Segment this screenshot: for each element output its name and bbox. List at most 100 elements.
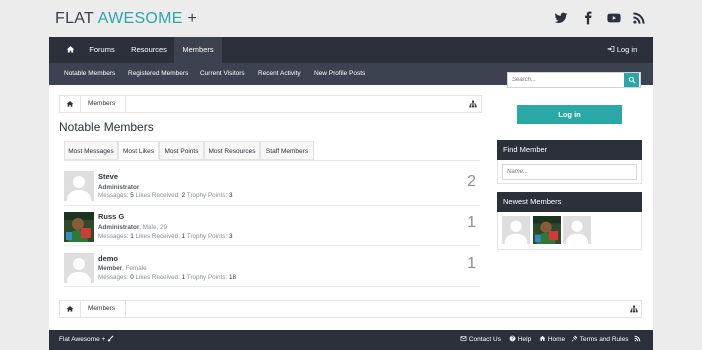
member-rank: 1 xyxy=(467,255,476,272)
breadcrumb-members[interactable]: Members xyxy=(88,305,115,312)
twitter-icon[interactable] xyxy=(554,11,568,25)
member-role: Administrator xyxy=(98,224,140,231)
footer-home[interactable]: Home xyxy=(539,330,565,350)
nav-home[interactable] xyxy=(59,37,81,63)
newest-members-title: Newest Members xyxy=(497,192,642,212)
subnav-recent-activity[interactable]: Recent Activity xyxy=(258,63,301,85)
rss-icon[interactable] xyxy=(632,11,646,25)
footer-brand-label: Flat Awesome + xyxy=(59,336,106,343)
likes-label: Likes Received: xyxy=(135,233,180,240)
breadcrumb-top: Members xyxy=(59,95,482,113)
subnav-new-profile-posts[interactable]: New Profile Posts xyxy=(314,63,365,85)
login-icon xyxy=(607,46,615,52)
nav-members[interactable]: Members xyxy=(174,37,222,63)
member-name[interactable]: Steve xyxy=(98,172,118,181)
search-button[interactable] xyxy=(624,73,639,87)
tab-most-messages[interactable]: Most Messages xyxy=(64,141,118,160)
footer-brand[interactable]: Flat Awesome + xyxy=(59,330,114,350)
member-row: Russ G Administrator, Male, 29 Messages:… xyxy=(64,206,480,246)
sitemap-icon[interactable] xyxy=(469,100,477,108)
member-stats: Messages: 0 Likes Received: 1 Trophy Poi… xyxy=(98,274,236,281)
messages-label: Messages: xyxy=(98,274,129,281)
youtube-icon[interactable] xyxy=(606,11,622,25)
breadcrumb-members[interactable]: Members xyxy=(88,100,115,107)
member-row: demo Member, Female Messages: 0 Likes Re… xyxy=(64,247,480,287)
gavel-icon xyxy=(571,335,578,342)
crumb-separator xyxy=(80,301,81,317)
messages-label: Messages: xyxy=(98,192,129,199)
member-title: Administrator xyxy=(98,184,139,191)
messages-label: Messages: xyxy=(98,233,129,240)
tab-most-resources[interactable]: Most Resources xyxy=(204,141,260,160)
member-rank: 2 xyxy=(467,173,476,190)
likes-label: Likes Received: xyxy=(135,192,180,199)
logo-suffix: + xyxy=(182,10,198,27)
home-icon[interactable] xyxy=(66,305,74,313)
subnav-notable-members[interactable]: Notable Members xyxy=(64,63,115,85)
home-icon xyxy=(66,46,74,53)
footer-terms[interactable]: Terms and Rules xyxy=(571,330,628,350)
likes-count: 1 xyxy=(181,274,186,281)
footer-rss[interactable] xyxy=(634,330,641,350)
tab-staff-members[interactable]: Staff Members xyxy=(260,141,314,160)
nav-forums[interactable]: Forums xyxy=(83,37,121,63)
likes-count: 2 xyxy=(181,192,186,199)
newest-member-avatar[interactable] xyxy=(533,216,561,244)
member-stats: Messages: 5 Likes Received: 2 Trophy Poi… xyxy=(98,192,232,199)
member-role: Administrator xyxy=(98,184,140,191)
site-logo[interactable]: FLAT AWESOME + xyxy=(55,10,197,28)
member-title: Administrator, Male, 29 xyxy=(98,224,167,231)
member-name[interactable]: Russ G xyxy=(98,212,124,221)
points-label: Trophy Points: xyxy=(186,192,228,199)
points-count: 3 xyxy=(228,192,233,199)
tab-most-points[interactable]: Most Points xyxy=(159,141,204,160)
footer-contact-us[interactable]: Contact Us xyxy=(460,330,501,350)
search-box xyxy=(507,72,641,88)
footer-home-label: Home xyxy=(547,336,566,343)
envelope-icon xyxy=(460,336,467,341)
member-name[interactable]: demo xyxy=(98,254,118,263)
tabs-divider xyxy=(64,160,480,161)
nav-login[interactable]: Log in xyxy=(601,37,643,63)
footer-contact-label: Contact Us xyxy=(468,336,501,343)
subnav-registered-members[interactable]: Registered Members xyxy=(128,63,188,85)
member-rank: 1 xyxy=(467,214,476,231)
likes-count: 1 xyxy=(181,233,186,240)
member-stats: Messages: 1 Likes Received: 1 Trophy Poi… xyxy=(98,233,232,240)
messages-count: 1 xyxy=(130,233,134,240)
tab-most-likes[interactable]: Most Likes xyxy=(118,141,159,160)
find-member-input[interactable] xyxy=(502,164,637,180)
search-input[interactable] xyxy=(508,73,626,87)
crumb-separator xyxy=(125,301,126,317)
logo-accent: AWESOME xyxy=(97,10,183,27)
home-icon[interactable] xyxy=(66,100,74,108)
avatar[interactable] xyxy=(64,212,94,242)
member-extra: , Female xyxy=(122,265,147,272)
logo-text: FLAT xyxy=(55,10,98,27)
page-title: Notable Members xyxy=(59,120,154,134)
sitemap-icon[interactable] xyxy=(630,305,638,313)
footer-terms-label: Terms and Rules xyxy=(579,336,629,343)
breadcrumb-bottom: Members xyxy=(59,300,642,318)
facebook-icon[interactable] xyxy=(581,11,595,25)
points-label: Trophy Points: xyxy=(186,233,228,240)
nav-resources[interactable]: Resources xyxy=(125,37,173,63)
newest-member-avatar[interactable] xyxy=(502,216,530,244)
sidebar-login-button[interactable]: Log in xyxy=(517,105,622,124)
find-member-title: Find Member xyxy=(497,140,642,160)
messages-count: 5 xyxy=(130,192,134,199)
newest-member-avatar[interactable] xyxy=(563,216,591,244)
crumb-separator xyxy=(125,96,126,112)
rss-icon xyxy=(634,335,641,342)
avatar[interactable] xyxy=(64,253,94,283)
footer-help-label: Help xyxy=(517,336,532,343)
avatar[interactable] xyxy=(64,171,94,201)
member-row: Steve Administrator Messages: 5 Likes Re… xyxy=(64,166,480,206)
help-icon xyxy=(509,335,516,342)
subnav-current-visitors[interactable]: Current Visitors xyxy=(200,63,245,85)
points-count: 3 xyxy=(228,233,233,240)
footer-help[interactable]: Help xyxy=(509,330,531,350)
likes-label: Likes Received: xyxy=(135,274,180,281)
points-count: 18 xyxy=(228,274,236,281)
main-navbar: Forums Resources Members Log in xyxy=(49,37,653,63)
